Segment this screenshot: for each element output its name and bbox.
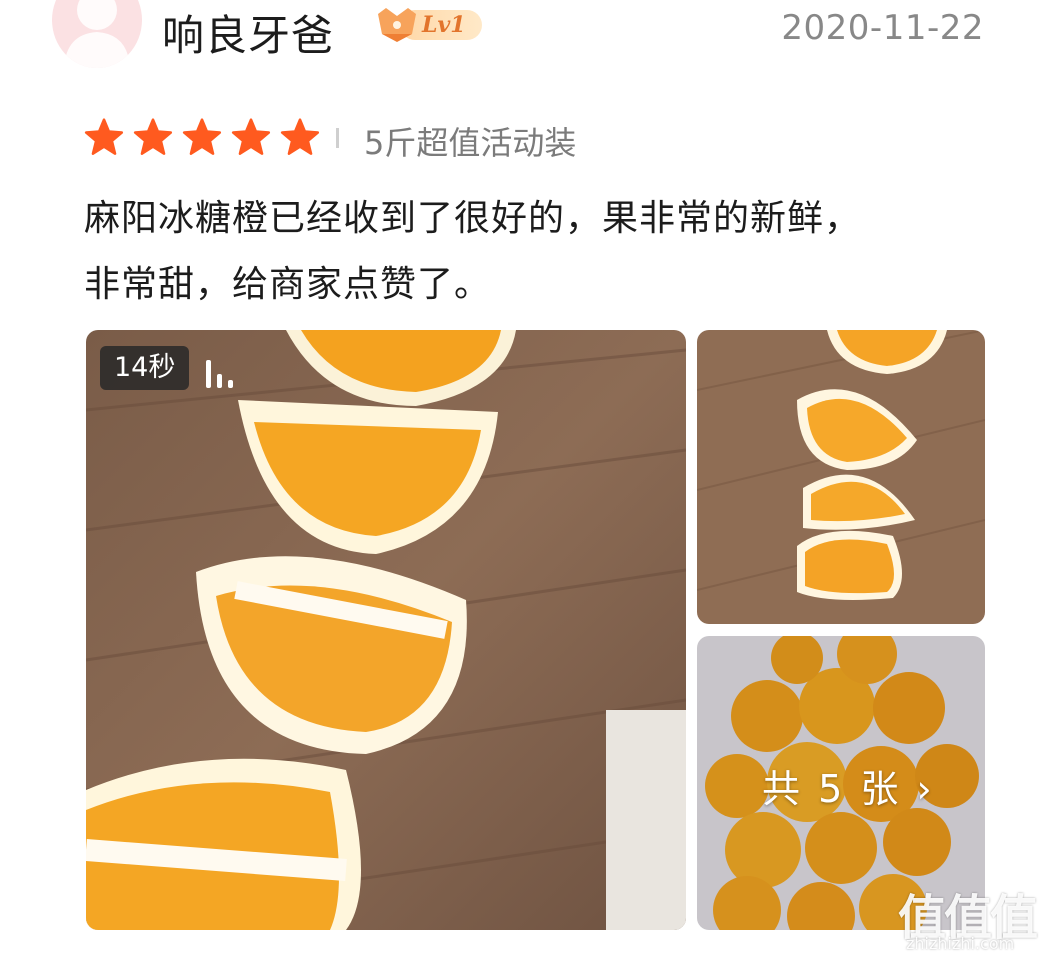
orange-slices-video-image	[86, 330, 686, 930]
user-avatar[interactable]	[52, 0, 142, 68]
user-silhouette-icon	[64, 0, 130, 68]
divider	[336, 128, 339, 148]
review-text: 麻阳冰糖橙已经收到了很好的，果非常的新鲜， 非常甜，给商家点赞了。	[84, 186, 984, 318]
review-header: 响良牙爸 Lv1 2020-11-22	[0, 0, 1054, 80]
orange-slices-photo	[697, 330, 985, 624]
review-text-line: 非常甜，给商家点赞了。	[84, 264, 492, 305]
review-date: 2020-11-22	[781, 8, 984, 48]
chevron-right-icon: ›	[916, 767, 935, 811]
video-thumbnail[interactable]	[86, 330, 686, 930]
product-variant: 5斤超值活动装	[364, 124, 577, 162]
star-icon	[231, 118, 271, 155]
star-icon	[182, 118, 222, 155]
video-duration-badge: 14秒	[100, 346, 190, 390]
rating-row: 5斤超值活动装	[84, 112, 784, 162]
level-crown-icon	[378, 8, 416, 42]
watermark-url: zhizhizhi.com	[906, 934, 1015, 953]
total-photos-label: 共 5 张	[762, 767, 902, 811]
level-badge: Lv1	[372, 4, 484, 44]
star-rating	[84, 118, 320, 156]
total-photos-link[interactable]: 共 5 张 ›	[762, 758, 935, 813]
watermark: 值值值 zhizhizhi.com	[898, 878, 1046, 956]
username[interactable]: 响良牙爸	[162, 2, 334, 63]
review-text-line: 麻阳冰糖橙已经收到了很好的，果非常的新鲜，	[84, 198, 862, 239]
level-text: Lv1	[422, 12, 466, 38]
star-icon	[133, 118, 173, 155]
audio-bars-icon	[206, 360, 233, 388]
star-icon	[84, 118, 124, 155]
star-icon	[280, 118, 320, 155]
review-photo[interactable]	[697, 330, 985, 624]
